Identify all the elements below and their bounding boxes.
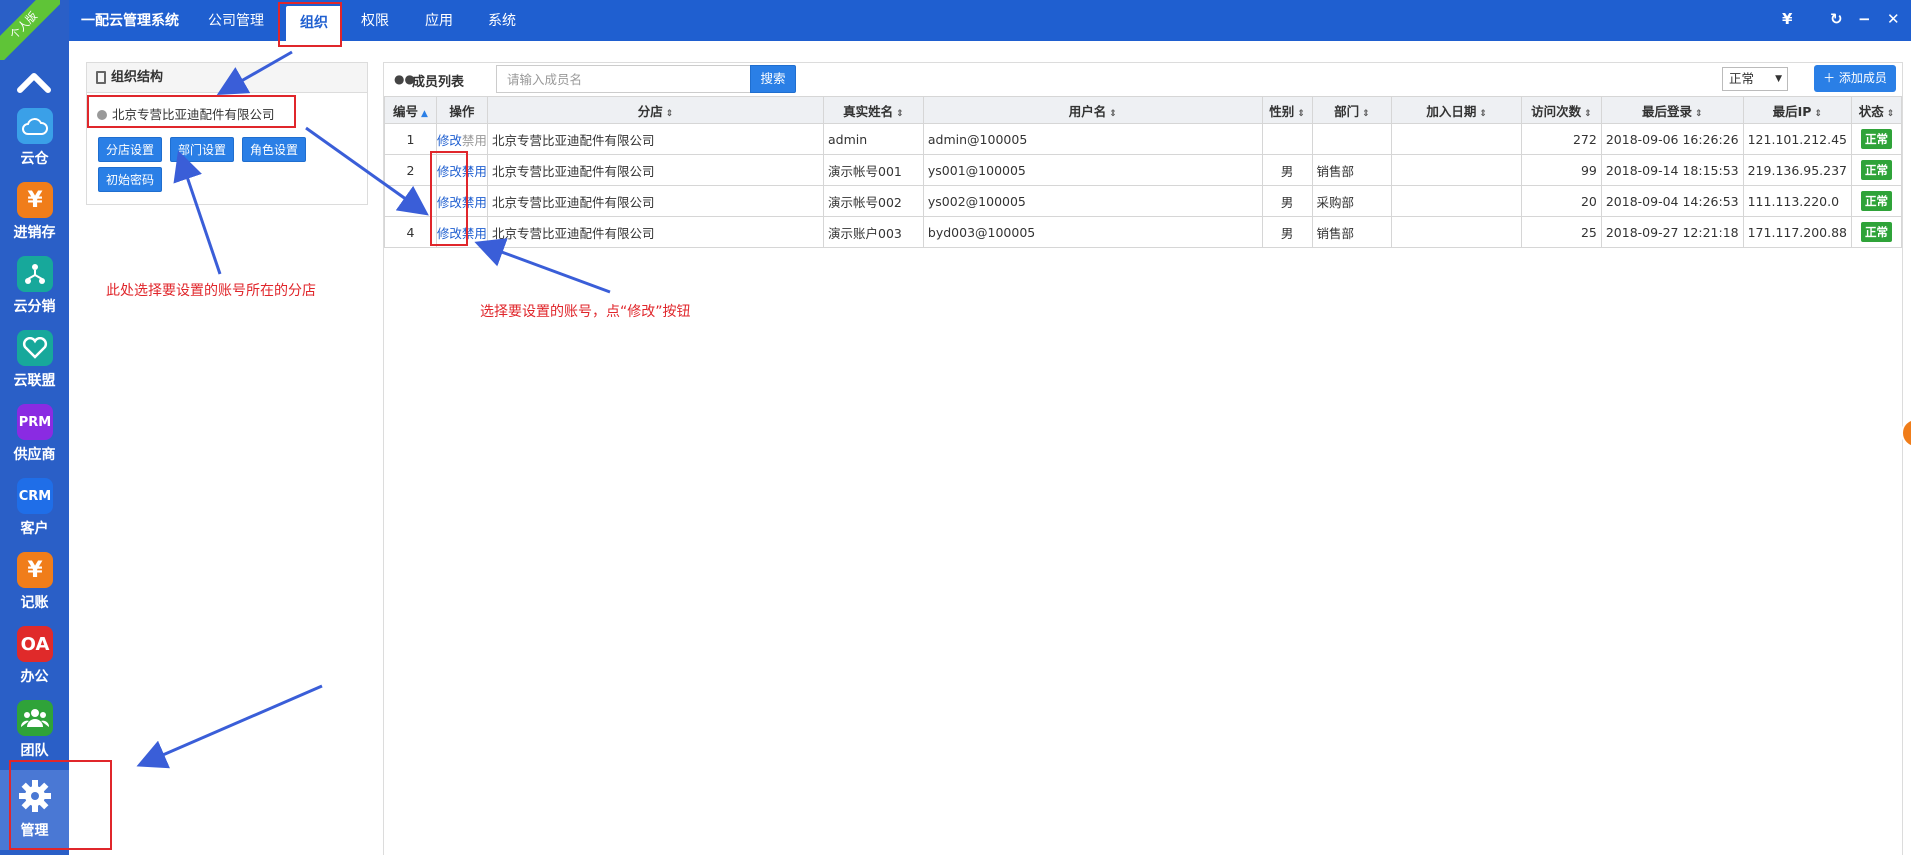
annotation-arrows	[136, 50, 611, 769]
arrow-edit-note	[474, 238, 611, 294]
arrow-branch-to-edit	[305, 126, 429, 216]
arrow-org-tab	[216, 50, 293, 95]
arrow-branch-note	[173, 150, 222, 275]
arrow-manage	[136, 684, 323, 769]
